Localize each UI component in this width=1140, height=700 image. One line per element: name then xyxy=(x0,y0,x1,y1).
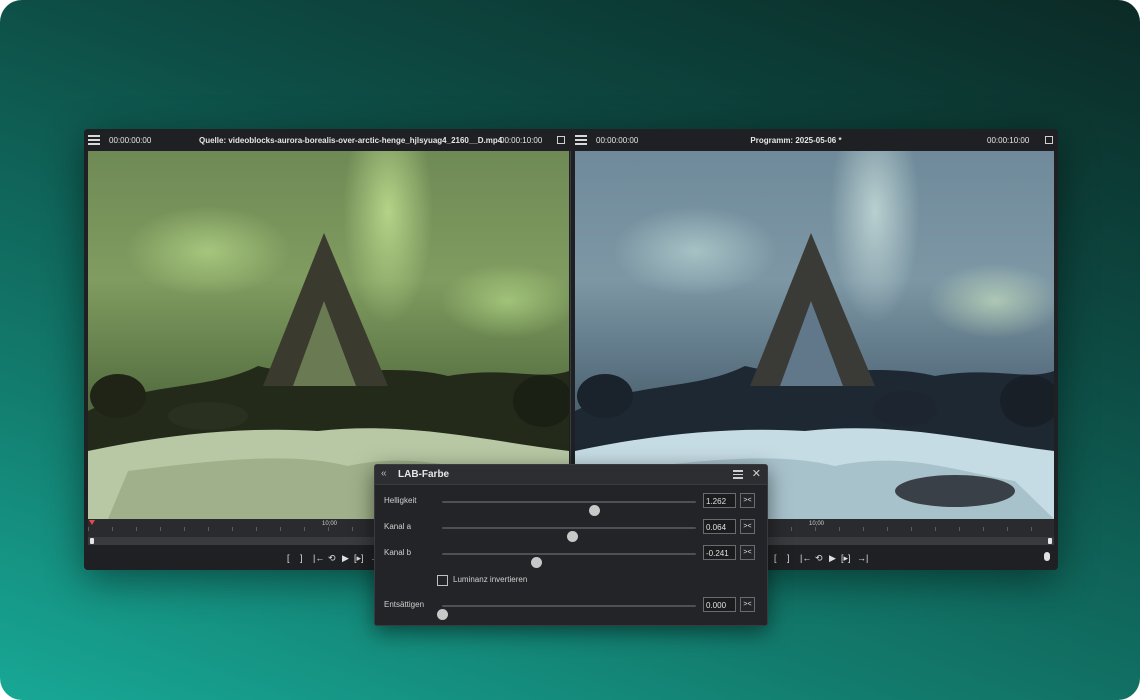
param-row-entsaettigen: Entsättigen 0.000 >< xyxy=(375,596,767,620)
param-row-helligkeit: Helligkeit 1.262 >< xyxy=(375,492,767,516)
value-field[interactable]: 0.000 xyxy=(703,597,736,612)
set-out-point-button[interactable]: ] xyxy=(300,552,303,564)
param-row-kanal-b: Kanal b -0.241 >< xyxy=(375,544,767,568)
program-timecode-start: 00:00:00:00 xyxy=(596,136,639,145)
value-field[interactable]: 1.262 xyxy=(703,493,736,508)
program-timecode-end: 00:00:10:00 xyxy=(987,136,1030,145)
panel-header: « LAB-Farbe ✕ xyxy=(375,465,767,485)
slider-track[interactable] xyxy=(442,527,696,542)
slider-track[interactable] xyxy=(437,605,696,620)
go-to-in-button[interactable]: |← xyxy=(800,552,811,564)
slider-track[interactable] xyxy=(442,501,696,516)
loop-icon[interactable]: ⟲ xyxy=(328,552,336,564)
reset-button[interactable]: >< xyxy=(740,493,755,508)
ruler-label: 10;00 xyxy=(809,521,825,527)
maximize-icon[interactable] xyxy=(1045,136,1053,144)
play-zone-button[interactable]: [▸] xyxy=(841,552,851,564)
maximize-icon[interactable] xyxy=(557,136,565,144)
value-field[interactable]: 0.064 xyxy=(703,519,736,534)
go-to-in-button[interactable]: |← xyxy=(313,552,324,564)
program-monitor-title: Programm: 2025-05-06 * xyxy=(750,136,842,145)
set-out-point-button[interactable]: ] xyxy=(787,552,790,564)
param-label: Entsättigen xyxy=(384,600,425,609)
playhead-marker[interactable] xyxy=(89,520,95,525)
desktop-background: 00:00:00:00 Quelle: videoblocks-aurora-b… xyxy=(0,0,1140,700)
slider-knob[interactable] xyxy=(589,505,601,516)
param-row-kanal-a: Kanal a 0.064 >< xyxy=(375,518,767,542)
source-monitor-header: 00:00:00:00 Quelle: videoblocks-aurora-b… xyxy=(84,129,571,151)
loop-icon[interactable]: ⟲ xyxy=(815,552,823,564)
collapse-icon[interactable]: « xyxy=(381,468,387,479)
param-label: Kanal a xyxy=(384,522,412,531)
set-in-point-button[interactable]: [ xyxy=(774,552,777,564)
microphone-icon[interactable] xyxy=(1044,552,1050,561)
slider-knob[interactable] xyxy=(437,609,448,620)
slider-track[interactable] xyxy=(442,553,696,568)
param-label: Kanal b xyxy=(384,548,412,557)
set-in-point-button[interactable]: [ xyxy=(287,552,290,564)
go-to-out-button[interactable]: →| xyxy=(857,552,868,564)
checkbox-label: Luminanz invertieren xyxy=(453,575,528,584)
slider-knob[interactable] xyxy=(566,531,578,542)
reset-button[interactable]: >< xyxy=(740,545,755,560)
reset-button[interactable]: >< xyxy=(740,519,755,534)
program-monitor-header: 00:00:00:00 Programm: 2025-05-06 * 00:00… xyxy=(571,129,1058,151)
hamburger-menu-icon[interactable] xyxy=(575,134,587,146)
slider-knob[interactable] xyxy=(530,557,542,568)
source-timecode-end: 00:00:10:00 xyxy=(500,136,543,145)
play-button[interactable]: ▶ xyxy=(342,552,349,564)
play-zone-button[interactable]: [▸] xyxy=(354,552,364,564)
play-button[interactable]: ▶ xyxy=(829,552,836,564)
invert-luminance-checkbox[interactable] xyxy=(437,575,448,586)
value-field[interactable]: -0.241 xyxy=(703,545,736,560)
source-monitor-title: Quelle: videoblocks-aurora-borealis-over… xyxy=(199,136,503,145)
zoom-handle[interactable] xyxy=(1048,538,1052,544)
hamburger-menu-icon[interactable] xyxy=(88,134,100,146)
source-timecode-start: 00:00:00:00 xyxy=(109,136,152,145)
ruler-label: 10;00 xyxy=(322,521,338,527)
close-icon[interactable]: ✕ xyxy=(752,467,761,480)
zoom-handle[interactable] xyxy=(90,538,94,544)
reset-button[interactable]: >< xyxy=(740,597,755,612)
effect-title: LAB-Farbe xyxy=(398,469,450,480)
param-label: Helligkeit xyxy=(384,496,417,505)
panel-menu-icon[interactable] xyxy=(733,470,743,479)
lab-color-effect-panel: « LAB-Farbe ✕ Helligkeit 1.262 >< Kanal … xyxy=(374,464,768,626)
